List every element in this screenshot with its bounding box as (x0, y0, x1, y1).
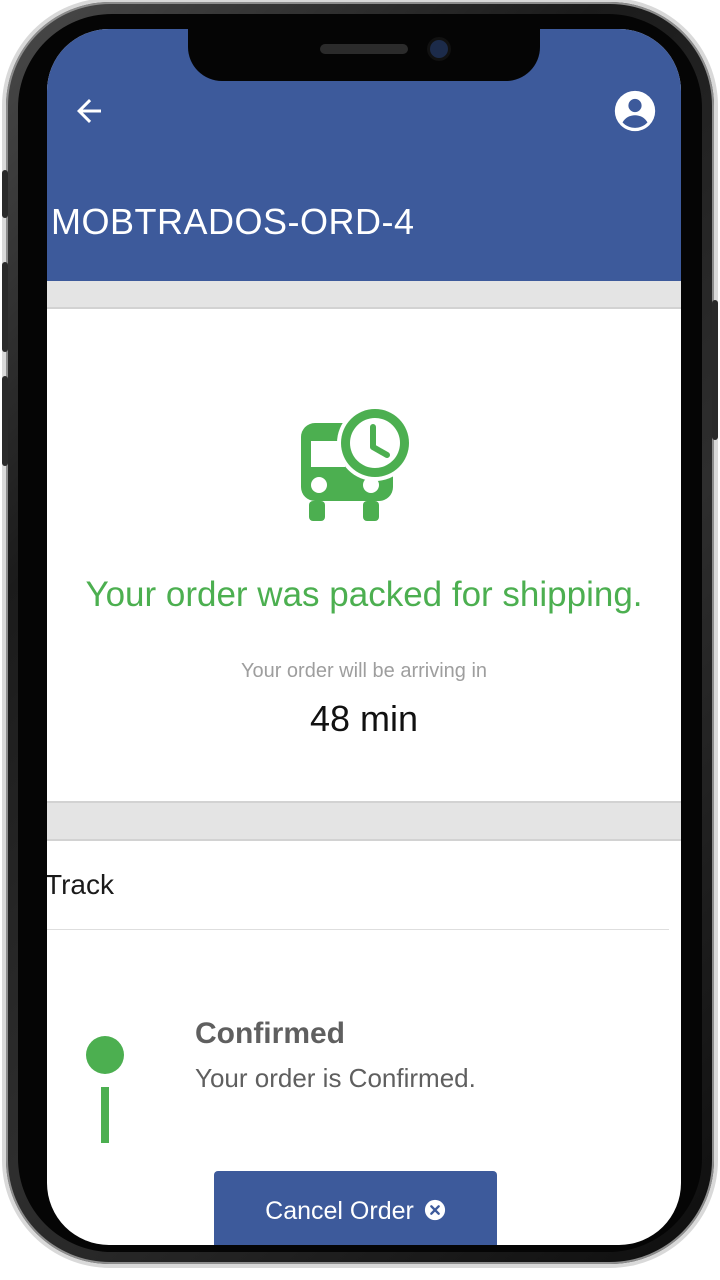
arrow-left-icon (77, 99, 101, 123)
phone-camera (430, 40, 448, 58)
cancel-order-label: Cancel Order (265, 1197, 414, 1225)
arrival-label: Your order will be arriving in (240, 660, 488, 682)
phone-notch (188, 29, 540, 81)
truck-clock-icon (301, 405, 413, 521)
section-separator (47, 281, 681, 309)
timeline-step-dot (86, 1036, 124, 1074)
track-section-title: Track (47, 869, 114, 900)
phone-speaker (320, 44, 408, 54)
timeline-step-description: Your order is Confirmed. (195, 1063, 476, 1093)
phone-volume-up-button (2, 262, 8, 352)
phone-power-button (712, 300, 718, 440)
phone-silent-switch (2, 170, 8, 218)
profile-button[interactable] (611, 87, 659, 135)
order-status-message: Your order was packed for shipping. (85, 575, 643, 614)
close-circle-icon (424, 1199, 445, 1221)
arrival-time: 48 min (309, 698, 419, 739)
app-screen: MOBTRADOS-ORD-4 Your order was packed fo… (47, 29, 681, 1245)
account-circle-icon (614, 90, 656, 132)
order-id-title: MOBTRADOS-ORD-4 (51, 201, 415, 242)
timeline-step-title: Confirmed (195, 1017, 345, 1050)
timeline-connector (101, 1087, 109, 1143)
section-separator (47, 801, 681, 841)
order-status-card: Your order was packed for shipping. Your… (47, 311, 681, 801)
phone-volume-down-button (2, 376, 8, 466)
divider (47, 929, 669, 930)
back-button[interactable] (67, 89, 111, 133)
cancel-order-button[interactable]: Cancel Order (214, 1171, 497, 1245)
